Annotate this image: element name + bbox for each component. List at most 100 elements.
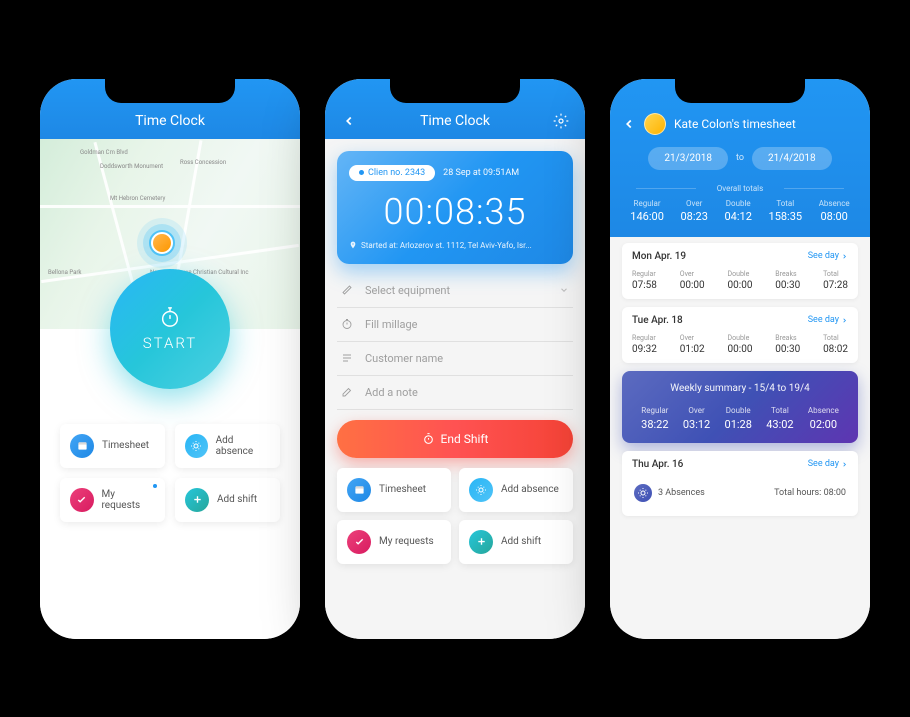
stat-col: Over01:02 xyxy=(680,334,705,355)
customer-icon xyxy=(341,352,355,364)
page-title: Time Clock xyxy=(361,113,549,129)
client-chip[interactable]: Clien no. 2343 xyxy=(349,165,435,181)
stat-col: Total08:02 xyxy=(823,334,848,355)
absence-icon xyxy=(634,484,652,502)
week-title: Weekly summary - 15/4 to 19/4 xyxy=(634,383,846,394)
equipment-icon xyxy=(341,284,355,296)
stat-col: Double01:28 xyxy=(725,406,752,431)
tile-plus[interactable]: Add shift xyxy=(459,520,573,564)
form-row-customer[interactable]: Customer name xyxy=(337,342,573,376)
overall-totals-label: Overall totals xyxy=(622,184,858,193)
stopwatch-icon xyxy=(159,306,181,328)
chevron-down-icon xyxy=(559,285,569,295)
stat-col: Total43:02 xyxy=(766,406,793,431)
shift-form: Select equipment Fill millage Customer nam… xyxy=(337,274,573,410)
sun-icon xyxy=(185,434,208,458)
stat-col: Double00:00 xyxy=(728,270,753,291)
tile-label: Add absence xyxy=(501,484,559,495)
see-day-link[interactable]: See day xyxy=(808,315,848,325)
field-label: Add a note xyxy=(365,386,569,399)
day-date: Mon Apr. 19 xyxy=(632,251,686,262)
tile-plus[interactable]: Add shift xyxy=(175,478,280,522)
settings-button[interactable] xyxy=(549,113,573,129)
form-row-equipment[interactable]: Select equipment xyxy=(337,274,573,308)
total-col: Over08:23 xyxy=(680,199,707,223)
form-row-millage[interactable]: Fill millage xyxy=(337,308,573,342)
notch xyxy=(105,79,235,103)
tile-label: My requests xyxy=(379,536,434,547)
millage-icon xyxy=(341,318,355,330)
stat-col: Regular09:32 xyxy=(632,334,657,355)
stat-col: Over03:12 xyxy=(683,406,710,431)
field-label: Fill millage xyxy=(365,318,569,331)
avatar xyxy=(153,234,171,252)
date-from-pill[interactable]: 21/3/2018 xyxy=(648,147,728,170)
tile-label: Add shift xyxy=(217,494,257,505)
note-icon xyxy=(341,386,355,398)
see-day-link[interactable]: See day xyxy=(808,459,848,469)
stat-col: Breaks00:30 xyxy=(775,270,800,291)
see-day-link[interactable]: See day xyxy=(808,251,848,261)
tile-sun[interactable]: Add absence xyxy=(459,468,573,512)
notch xyxy=(390,79,520,103)
stat-col: Over00:00 xyxy=(680,270,705,291)
tile-calendar[interactable]: Timesheet xyxy=(337,468,451,512)
page-title: Kate Colon's timesheet xyxy=(674,117,796,131)
day-date: Tue Apr. 18 xyxy=(632,315,683,326)
form-row-note[interactable]: Add a note xyxy=(337,376,573,410)
overall-totals: Regular146:00 Over08:23 Double04:12 Total15… xyxy=(622,199,858,223)
tile-label: Add absence xyxy=(216,435,270,457)
avatar xyxy=(644,113,666,135)
check-icon xyxy=(347,530,371,554)
stat-col: Regular38:22 xyxy=(641,406,668,431)
total-col: Double04:12 xyxy=(725,199,752,223)
tile-calendar[interactable]: Timesheet xyxy=(60,424,165,468)
back-button[interactable] xyxy=(622,117,636,131)
plus-icon xyxy=(185,488,209,512)
user-location-pin[interactable] xyxy=(149,230,175,256)
day-card: Tue Apr. 18 See day Regular09:32 Over01:02… xyxy=(622,307,858,363)
calendar-icon xyxy=(70,434,94,458)
day-card: Mon Apr. 19 See day Regular07:58 Over00:00… xyxy=(622,243,858,299)
timer-card: Clien no. 2343 28 Sep at 09:51AM 00:08:3… xyxy=(337,151,573,264)
day-date: Thu Apr. 16 xyxy=(632,459,683,470)
tile-sun[interactable]: Add absence xyxy=(175,424,280,468)
stat-col: Total07:28 xyxy=(823,270,848,291)
check-icon xyxy=(70,488,94,512)
shift-date: 28 Sep at 09:51AM xyxy=(443,168,519,178)
field-label: Select equipment xyxy=(365,284,549,297)
sun-icon xyxy=(469,478,493,502)
phone-timesheet: Kate Colon's timesheet 21/3/2018 to 21/4… xyxy=(610,79,870,639)
action-tiles: Timesheet Add absence My requests Add shift xyxy=(337,468,573,564)
tile-check[interactable]: My requests xyxy=(60,478,165,522)
stopwatch-icon xyxy=(422,432,435,445)
tile-check[interactable]: My requests xyxy=(337,520,451,564)
tile-label: My requests xyxy=(102,489,156,511)
plus-icon xyxy=(469,530,493,554)
field-label: Customer name xyxy=(365,352,569,365)
absence-count: 3 Absences xyxy=(658,488,705,498)
calendar-icon xyxy=(347,478,371,502)
stat-col: Double00:00 xyxy=(728,334,753,355)
phone-timer: Time Clock Clien no. 2343 28 Sep at 09:5… xyxy=(325,79,585,639)
stat-col: Regular07:58 xyxy=(632,270,657,291)
start-button[interactable]: START xyxy=(110,269,230,389)
total-col: Total158:35 xyxy=(769,199,803,223)
day-card: Thu Apr. 16 See day 3 Absences Total hours… xyxy=(622,451,858,516)
location-text: Started at: Arlozerov st. 1112, Tel Aviv… xyxy=(349,241,561,250)
phone-start: Time Clock Goldman Cm Blvd Doddsworth Mo… xyxy=(40,79,300,639)
end-shift-button[interactable]: End Shift xyxy=(337,420,573,458)
date-to-pill[interactable]: 21/4/2018 xyxy=(752,147,832,170)
timer-value: 00:08:35 xyxy=(349,191,561,233)
notch xyxy=(675,79,805,103)
stat-col: Absence02:00 xyxy=(808,406,839,431)
page-title: Time Clock xyxy=(76,113,264,129)
weekly-summary-card: Weekly summary - 15/4 to 19/4 Regular38:… xyxy=(622,371,858,443)
stat-col: Breaks00:30 xyxy=(775,334,800,355)
back-button[interactable] xyxy=(337,114,361,128)
total-col: Absence08:00 xyxy=(819,199,850,223)
tile-label: Add shift xyxy=(501,536,541,547)
total-col: Regular146:00 xyxy=(630,199,664,223)
total-hours: Total hours: 08:00 xyxy=(774,488,846,498)
action-tiles: Timesheet Add absence My requests Add shift xyxy=(60,424,280,522)
